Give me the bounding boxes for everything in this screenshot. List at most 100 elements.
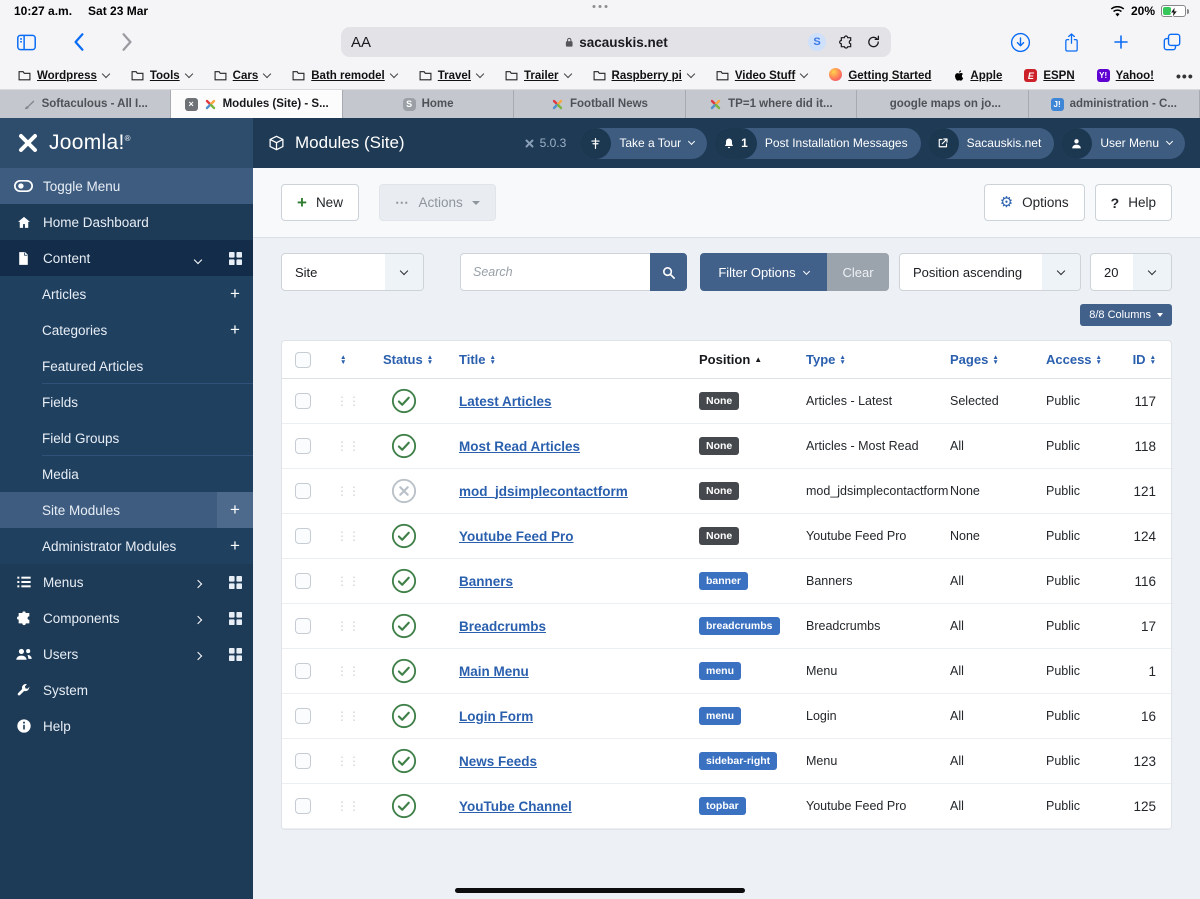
bookmark-item[interactable]: Y! Yahoo!	[1096, 69, 1154, 82]
sidebar-item[interactable]: Media	[0, 456, 253, 492]
module-title-link[interactable]: Breadcrumbs	[459, 619, 546, 634]
extensions-puzzle-icon[interactable]	[838, 34, 854, 50]
ordering-sort-icon[interactable]: ▲ ▼	[340, 354, 346, 366]
sidebar-item[interactable]: Field Groups	[0, 420, 253, 456]
filter-options-button[interactable]: Filter Options	[700, 253, 827, 291]
status-icon[interactable]	[391, 748, 417, 774]
bookmark-item[interactable]: Tools	[131, 70, 193, 82]
drag-handle-icon[interactable]: ⋮⋮	[336, 619, 360, 633]
search-button[interactable]	[650, 253, 687, 291]
column-header-pages[interactable]: Pages	[950, 352, 988, 367]
columns-toggle-button[interactable]: 8/8 Columns	[1080, 304, 1172, 326]
column-header-position[interactable]: Position	[699, 352, 750, 367]
row-checkbox[interactable]	[295, 573, 311, 589]
search-input[interactable]	[460, 253, 650, 291]
module-title-link[interactable]: Most Read Articles	[459, 439, 580, 454]
header-pill-button[interactable]: User Menu	[1061, 127, 1185, 159]
dashboard-grid-icon[interactable]	[217, 611, 253, 625]
status-icon[interactable]	[391, 703, 417, 729]
module-title-link[interactable]: Latest Articles	[459, 394, 552, 409]
column-header-id[interactable]: ID	[1133, 352, 1146, 367]
bookmarks-overflow-icon[interactable]: •••	[1176, 68, 1194, 84]
bookmark-item[interactable]: Travel	[419, 70, 485, 82]
reload-icon[interactable]	[866, 34, 881, 50]
downloads-icon[interactable]	[1010, 32, 1031, 53]
add-new-icon[interactable]: +	[217, 276, 253, 312]
row-checkbox[interactable]	[295, 438, 311, 454]
header-pill-button[interactable]: 1 Post Installation Messages	[714, 127, 921, 159]
browser-tab[interactable]: Football News	[514, 90, 686, 118]
client-select[interactable]: Site	[281, 253, 424, 291]
bookmark-item[interactable]: Trailer	[505, 70, 572, 82]
select-all-checkbox[interactable]	[295, 351, 311, 368]
dashboard-grid-icon[interactable]	[217, 647, 253, 661]
sort-icon[interactable]: ▲ ▼	[992, 354, 998, 366]
dashboard-grid-icon[interactable]	[217, 575, 253, 589]
sort-select[interactable]: Position ascending	[899, 253, 1081, 291]
status-icon[interactable]	[391, 568, 417, 594]
sidebar-item[interactable]: Components	[0, 600, 253, 636]
status-icon[interactable]	[391, 478, 417, 504]
row-checkbox[interactable]	[295, 753, 311, 769]
sidebar-item[interactable]: Fields	[0, 384, 253, 420]
browser-tab[interactable]: Softaculous - All I...	[0, 90, 172, 118]
column-header-type[interactable]: Type	[806, 352, 835, 367]
chevron-icon[interactable]	[193, 647, 203, 662]
status-icon[interactable]	[391, 433, 417, 459]
sidebar-toggle-icon[interactable]	[16, 33, 37, 52]
dashboard-grid-icon[interactable]	[217, 251, 253, 265]
bookmark-item[interactable]: Apple	[953, 69, 1002, 82]
home-indicator[interactable]	[455, 888, 745, 893]
multitasking-handle-icon[interactable]	[592, 5, 608, 8]
back-icon[interactable]	[73, 32, 85, 52]
drag-handle-icon[interactable]: ⋮⋮	[336, 799, 360, 813]
tabs-overview-icon[interactable]	[1162, 32, 1182, 52]
row-checkbox[interactable]	[295, 708, 311, 724]
forward-icon[interactable]	[121, 32, 133, 52]
drag-handle-icon[interactable]: ⋮⋮	[336, 394, 360, 408]
add-new-icon[interactable]: +	[217, 312, 253, 348]
chevron-icon[interactable]	[193, 251, 203, 266]
column-header-access[interactable]: Access	[1046, 352, 1092, 367]
column-header-status[interactable]: Status	[383, 352, 423, 367]
browser-tab[interactable]: google maps on jo...	[857, 90, 1029, 118]
sidebar-item[interactable]: Featured Articles	[0, 348, 253, 384]
drag-handle-icon[interactable]: ⋮⋮	[336, 529, 360, 543]
module-title-link[interactable]: Main Menu	[459, 664, 529, 679]
status-icon[interactable]	[391, 388, 417, 414]
drag-handle-icon[interactable]: ⋮⋮	[336, 664, 360, 678]
chevron-icon[interactable]	[193, 611, 203, 626]
status-icon[interactable]	[391, 523, 417, 549]
add-new-icon[interactable]: +	[217, 528, 253, 564]
row-checkbox[interactable]	[295, 798, 311, 814]
sidebar-item[interactable]: Toggle Menu	[0, 168, 253, 204]
row-checkbox[interactable]	[295, 483, 311, 499]
status-icon[interactable]	[391, 658, 417, 684]
sidebar-item[interactable]: Articles +	[0, 276, 253, 312]
sidebar-item[interactable]: Home Dashboard	[0, 204, 253, 240]
url-text[interactable]: sacauskis.net	[579, 35, 668, 50]
chevron-icon[interactable]	[193, 575, 203, 590]
new-tab-icon[interactable]	[1112, 33, 1130, 51]
row-checkbox[interactable]	[295, 663, 311, 679]
sidebar-item[interactable]: Categories +	[0, 312, 253, 348]
bookmark-item[interactable]: E ESPN	[1024, 69, 1075, 82]
joomla-logo[interactable]: Joomla!®	[0, 118, 253, 168]
browser-tab[interactable]: S Home	[342, 90, 515, 118]
header-pill-button[interactable]: Take a Tour	[580, 127, 708, 159]
clear-button[interactable]: Clear	[827, 253, 889, 291]
browser-tab[interactable]: TP=1 where did it...	[685, 90, 858, 118]
address-bar[interactable]: AA sacauskis.net S	[341, 27, 891, 57]
drag-handle-icon[interactable]: ⋮⋮	[336, 709, 360, 723]
row-checkbox[interactable]	[295, 528, 311, 544]
bookmark-item[interactable]: Raspberry pi	[593, 70, 696, 82]
module-title-link[interactable]: Login Form	[459, 709, 533, 724]
module-title-link[interactable]: Youtube Feed Pro	[459, 529, 574, 544]
module-title-link[interactable]: mod_jdsimplecontactform	[459, 484, 628, 499]
sidebar-item[interactable]: System	[0, 672, 253, 708]
drag-handle-icon[interactable]: ⋮⋮	[336, 484, 360, 498]
bookmark-item[interactable]: Bath remodel	[292, 70, 398, 82]
sidebar-item[interactable]: Help	[0, 708, 253, 744]
header-pill-button[interactable]: Sacauskis.net	[927, 127, 1055, 159]
bookmark-item[interactable]: Cars	[214, 70, 272, 82]
